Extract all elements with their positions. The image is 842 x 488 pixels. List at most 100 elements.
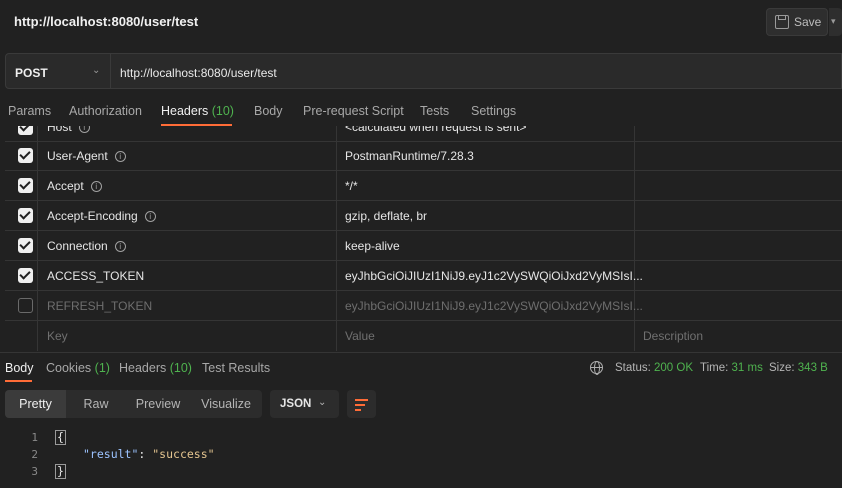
tab-authorization[interactable]: Authorization	[69, 104, 142, 118]
value-cell[interactable]: PostmanRuntime/7.28.3	[337, 141, 635, 171]
active-tab-indicator	[5, 380, 32, 382]
description-input[interactable]: Description	[635, 321, 842, 351]
description-cell[interactable]	[635, 231, 842, 261]
status-label: Status:	[615, 362, 651, 374]
value-cell[interactable]: gzip, deflate, br	[337, 201, 635, 231]
save-icon	[775, 15, 789, 29]
request-title[interactable]: http://localhost:8080/user/test	[14, 14, 198, 29]
table-row-new: Key Value Description	[5, 321, 842, 351]
code-line[interactable]: "result": "success"	[83, 447, 215, 461]
size-value[interactable]: 343 B	[798, 362, 828, 374]
code-line[interactable]: {	[55, 430, 66, 445]
table-row: Accept-Encoding i gzip, deflate, br	[5, 201, 842, 231]
tab-label: Authorization	[69, 104, 142, 118]
checkbox-icon[interactable]	[18, 268, 33, 283]
key-cell[interactable]: Host i	[38, 126, 337, 142]
view-tab-raw[interactable]: Raw	[66, 390, 126, 418]
info-icon[interactable]: i	[114, 151, 126, 162]
table-row: ACCESS_TOKEN eyJhbGciOiJIUzI1NiJ9.eyJ1c2…	[5, 261, 842, 291]
response-divider[interactable]	[0, 352, 842, 353]
method-select[interactable]: POST ⌄	[5, 53, 111, 89]
key-cell[interactable]: Accept i	[38, 171, 337, 201]
response-tab-headers[interactable]: Headers (10)	[119, 361, 192, 375]
header-key-text: Accept-Encoding	[47, 209, 138, 223]
value-placeholder: Value	[345, 329, 375, 343]
response-tab-body[interactable]: Body	[5, 361, 34, 375]
header-key-text: Host	[47, 126, 72, 134]
tab-body[interactable]: Body	[254, 104, 283, 118]
response-tab-cookies[interactable]: Cookies (1)	[46, 361, 110, 375]
headers-table: Host i <calculated when request is sent> …	[5, 126, 842, 352]
header-key-text: User-Agent	[47, 149, 108, 163]
status-value[interactable]: 200 OK	[654, 362, 693, 374]
key-input[interactable]: Key	[38, 321, 337, 351]
header-key-text: Accept	[47, 179, 84, 193]
checkbox-icon[interactable]	[18, 208, 33, 223]
header-value: eyJhbGciOiJIUzI1NiJ9.eyJ1c2VySWQiOiJxd2V…	[345, 299, 643, 313]
description-cell[interactable]	[635, 261, 842, 291]
description-placeholder: Description	[643, 329, 704, 343]
info-icon[interactable]: i	[144, 211, 156, 222]
info-icon[interactable]: i	[90, 181, 102, 192]
value-cell[interactable]: <calculated when request is sent>	[337, 126, 635, 142]
wrap-lines-button[interactable]	[347, 390, 376, 418]
save-button[interactable]: Save	[766, 8, 828, 36]
checkbox-icon[interactable]	[18, 148, 33, 163]
checkbox-cell	[5, 261, 38, 291]
json-colon: :	[138, 447, 153, 461]
chevron-down-icon: ⌄	[92, 65, 101, 76]
url-text: http://localhost:8080/user/test	[120, 66, 277, 80]
checkbox-icon[interactable]	[18, 298, 33, 313]
key-cell[interactable]: ACCESS_TOKEN	[38, 261, 337, 291]
checkbox-icon[interactable]	[18, 126, 33, 135]
time-value[interactable]: 31 ms	[732, 362, 763, 374]
response-tab-test-results[interactable]: Test Results	[202, 361, 270, 375]
tab-params[interactable]: Params	[8, 104, 51, 118]
checkbox-icon[interactable]	[18, 238, 33, 253]
key-cell[interactable]: Accept-Encoding i	[38, 201, 337, 231]
tab-label: Body	[5, 361, 34, 375]
chevron-down-icon: ⌄	[318, 397, 327, 408]
key-cell[interactable]: Connection i	[38, 231, 337, 261]
size-label: Size:	[769, 362, 795, 374]
tab-tests[interactable]: Tests	[420, 104, 449, 118]
view-tab-visualize[interactable]: Visualize	[190, 390, 262, 418]
header-key: ACCESS_TOKEN	[47, 269, 145, 283]
tab-settings[interactable]: Settings	[471, 104, 516, 118]
tab-label: Test Results	[202, 361, 271, 375]
save-options-button[interactable]: ▾	[829, 8, 842, 36]
info-icon[interactable]: i	[114, 241, 126, 252]
value-cell[interactable]: eyJhbGciOiJIUzI1NiJ9.eyJ1c2VySWQiOiJxd2V…	[337, 291, 643, 321]
checkbox-cell	[5, 171, 38, 201]
value-cell[interactable]: keep-alive	[337, 231, 635, 261]
value-input[interactable]: Value	[337, 321, 635, 351]
description-cell[interactable]	[635, 126, 842, 142]
checkbox-cell	[5, 126, 38, 142]
open-brace: {	[55, 430, 66, 445]
description-cell[interactable]	[635, 291, 842, 321]
description-cell[interactable]	[635, 171, 842, 201]
header-value: <calculated when request is sent>	[345, 126, 527, 134]
table-row: REFRESH_TOKEN eyJhbGciOiJIUzI1NiJ9.eyJ1c…	[5, 291, 842, 321]
header-value: keep-alive	[345, 239, 400, 253]
tab-headers[interactable]: Headers (10)	[161, 104, 234, 118]
info-icon[interactable]: i	[78, 126, 90, 133]
view-tab-pretty[interactable]: Pretty	[5, 390, 66, 418]
tab-pre-request-script[interactable]: Pre-request Script	[303, 104, 404, 118]
format-select[interactable]: JSON ⌄	[270, 390, 339, 418]
code-line[interactable]: }	[55, 464, 66, 479]
value-cell[interactable]: eyJhbGciOiJIUzI1NiJ9.eyJ1c2VySWQiOiJxd2V…	[337, 261, 643, 291]
description-cell[interactable]	[635, 201, 842, 231]
line-number: 1	[31, 431, 38, 444]
url-input[interactable]: http://localhost:8080/user/test	[111, 53, 842, 89]
key-cell[interactable]: REFRESH_TOKEN	[38, 291, 337, 321]
view-tab-preview[interactable]: Preview	[126, 390, 190, 418]
header-key: REFRESH_TOKEN	[47, 299, 153, 313]
key-cell[interactable]: User-Agent i	[38, 141, 337, 171]
tab-label: Tests	[420, 104, 450, 118]
header-value: PostmanRuntime/7.28.3	[345, 149, 474, 163]
checkbox-icon[interactable]	[18, 178, 33, 193]
value-cell[interactable]: */*	[337, 171, 635, 201]
globe-icon[interactable]	[590, 361, 603, 375]
description-cell[interactable]	[635, 141, 842, 171]
